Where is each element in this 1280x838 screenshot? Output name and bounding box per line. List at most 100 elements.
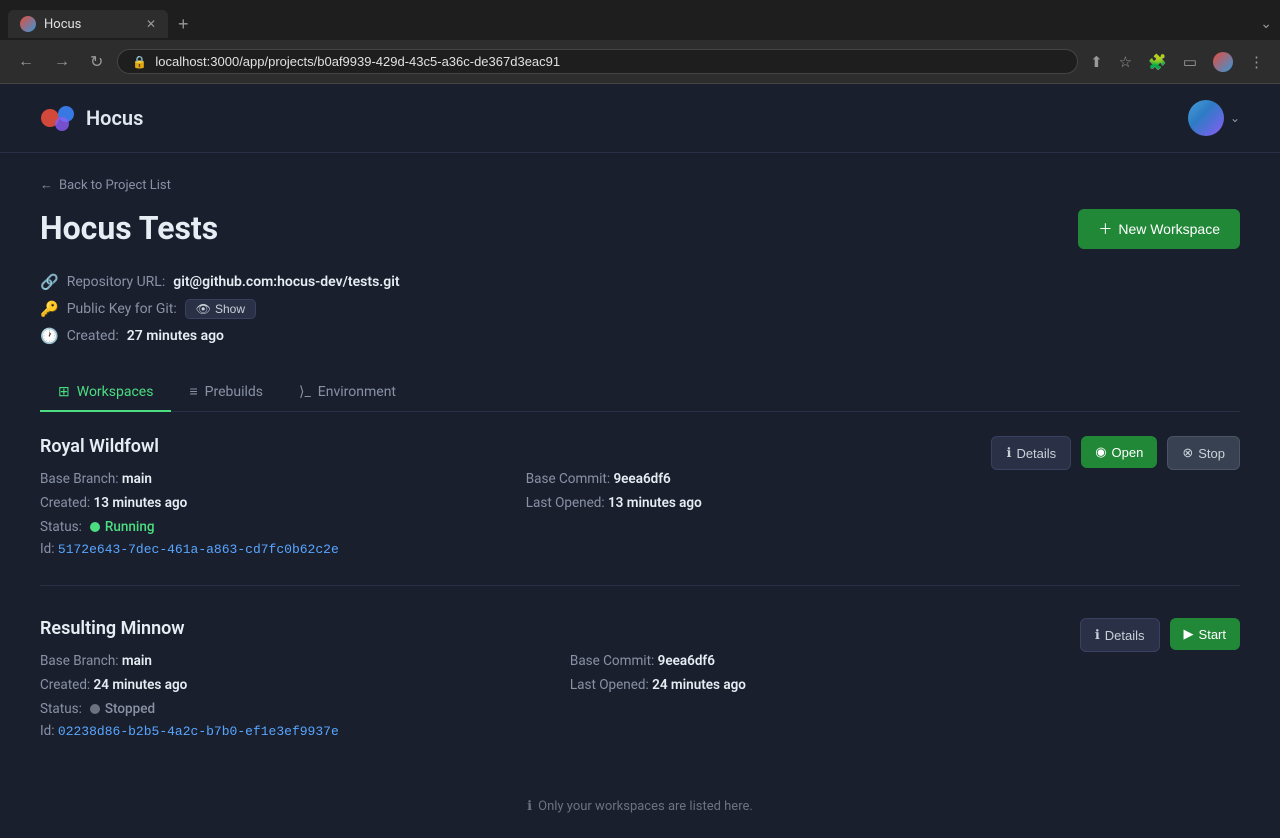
workspace-info: Royal Wildfowl Base Branch: main Base Co… — [40, 436, 991, 557]
last-opened-field: Last Opened: 24 minutes ago — [570, 677, 1080, 693]
back-to-project-list-link[interactable]: ← Back to Project List — [40, 177, 1240, 193]
browser-toolbar: ← → ↻ 🔒 ⬆ ☆ 🧩 ▭ ⋮ — [0, 40, 1280, 84]
forward-button[interactable]: → — [48, 49, 76, 75]
tab-workspaces[interactable]: ⊞ Workspaces — [40, 373, 171, 412]
workspace-details-grid: Base Branch: main Base Commit: 9eea6df6 … — [40, 471, 991, 511]
start-icon: ▶ — [1184, 626, 1194, 642]
page-title: Hocus Tests — [40, 209, 218, 247]
start-button-resulting-minnow[interactable]: ▶ Start — [1170, 618, 1240, 650]
app-content: Hocus ⌄ ← Back to Project List Hocus Tes… — [0, 84, 1280, 838]
id-field: Id: 5172e643-7dec-461a-a863-cd7fc0b62c2e — [40, 541, 991, 557]
new-workspace-button[interactable]: ＋ New Workspace — [1078, 209, 1240, 249]
status-running-badge: Running — [90, 519, 155, 535]
main-content: ← Back to Project List Hocus Tests ＋ New… — [0, 153, 1280, 838]
tab-bar: Hocus ✕ + ⌄ — [0, 0, 1280, 40]
pubkey-row: 🔑 Public Key for Git: 👁 Show — [40, 299, 1240, 319]
base-commit-value: 9eea6df6 — [613, 471, 670, 487]
workspace-item-resulting-minnow: Resulting Minnow Base Branch: main Base … — [40, 618, 1240, 767]
footer-note: ℹ Only your workspaces are listed here. — [40, 799, 1240, 814]
menu-icon[interactable]: ⋮ — [1245, 49, 1268, 75]
workspace-actions: ℹ Details ▶ Start — [1080, 618, 1240, 652]
base-commit-value: 9eea6df6 — [658, 653, 715, 669]
workspace-info: Resulting Minnow Base Branch: main Base … — [40, 618, 1080, 739]
share-icon[interactable]: ⬆ — [1086, 49, 1107, 75]
status-dot-green-icon — [90, 522, 100, 532]
back-button[interactable]: ← — [12, 49, 40, 75]
base-commit-field: Base Commit: 9eea6df6 — [570, 653, 1080, 669]
bookmark-icon[interactable]: ☆ — [1115, 49, 1136, 75]
details-button-resulting-minnow[interactable]: ℹ Details — [1080, 618, 1160, 652]
tabs-bar: ⊞ Workspaces ≡ Prebuilds ⟩_ Environment — [40, 373, 1240, 412]
prebuilds-tab-icon: ≡ — [189, 383, 197, 400]
active-tab[interactable]: Hocus ✕ — [8, 10, 168, 38]
info-circle-icon: ℹ — [527, 799, 532, 814]
new-workspace-label: New Workspace — [1118, 221, 1220, 237]
details-button-royal-wildfowl[interactable]: ℹ Details — [991, 436, 1071, 470]
tab-favicon — [20, 16, 36, 32]
pubkey-label: Public Key for Git: — [67, 301, 177, 317]
tab-list-chevron[interactable]: ⌄ — [1260, 16, 1272, 32]
status-row: Status: Stopped — [40, 701, 1080, 717]
environment-tab-icon: ⟩_ — [299, 384, 311, 400]
info-icon: ℹ — [1095, 627, 1100, 643]
workspace-name: Royal Wildfowl — [40, 436, 991, 457]
app-logo-text: Hocus — [86, 106, 143, 130]
footer-note-text: Only your workspaces are listed here. — [538, 799, 753, 814]
new-tab-button[interactable]: + — [172, 14, 195, 35]
status-row: Status: Running — [40, 519, 991, 535]
user-avatar-button[interactable]: ⌄ — [1188, 100, 1240, 136]
created-row: 🕐 Created: 27 minutes ago — [40, 327, 1240, 345]
prebuilds-tab-label: Prebuilds — [205, 384, 263, 400]
open-icon: ◉ — [1095, 444, 1106, 460]
back-arrow-icon: ← — [40, 177, 53, 193]
info-icon: ℹ — [1006, 445, 1011, 461]
workspace-item-royal-wildfowl: Royal Wildfowl Base Branch: main Base Co… — [40, 436, 1240, 586]
workspace-row: Royal Wildfowl Base Branch: main Base Co… — [40, 436, 1240, 557]
status-label: Status: — [40, 701, 82, 717]
base-commit-field: Base Commit: 9eea6df6 — [526, 471, 992, 487]
profile-icon[interactable] — [1209, 48, 1237, 76]
start-label: Start — [1199, 627, 1226, 642]
repo-value: git@github.com:hocus-dev/tests.git — [173, 274, 399, 290]
eye-icon: 👁 — [196, 302, 211, 316]
workspace-details-grid: Base Branch: main Base Commit: 9eea6df6 … — [40, 653, 1080, 693]
toolbar-actions: ⬆ ☆ 🧩 ▭ ⋮ — [1086, 48, 1268, 76]
workspace-id: 02238d86-b2b5-4a2c-b7b0-ef1e3ef9937e — [58, 724, 339, 739]
tab-close-button[interactable]: ✕ — [146, 17, 156, 31]
details-label: Details — [1105, 628, 1145, 643]
link-icon: 🔗 — [40, 273, 59, 291]
clock-icon: 🕐 — [40, 327, 59, 345]
status-stopped-badge: Stopped — [90, 701, 155, 717]
extensions-icon[interactable]: 🧩 — [1144, 49, 1171, 75]
id-field: Id: 02238d86-b2b5-4a2c-b7b0-ef1e3ef9937e — [40, 723, 1080, 739]
reload-button[interactable]: ↻ — [84, 48, 109, 76]
environment-tab-label: Environment — [318, 384, 396, 400]
tab-environment[interactable]: ⟩_ Environment — [281, 373, 414, 412]
created-value: 27 minutes ago — [127, 328, 224, 344]
workspace-name: Resulting Minnow — [40, 618, 1080, 639]
open-button-royal-wildfowl[interactable]: ◉ Open — [1081, 436, 1157, 468]
tab-title: Hocus — [44, 17, 81, 32]
repo-url-row: 🔗 Repository URL: git@github.com:hocus-d… — [40, 273, 1240, 291]
workspace-row: Resulting Minnow Base Branch: main Base … — [40, 618, 1240, 739]
ws-last-opened-value: 24 minutes ago — [652, 677, 746, 693]
workspace-actions: ℹ Details ◉ Open ⊗ Stop — [991, 436, 1240, 470]
url-input[interactable] — [155, 54, 1063, 69]
ws-created-value: 24 minutes ago — [94, 677, 188, 693]
last-opened-field: Last Opened: 13 minutes ago — [526, 495, 992, 511]
sidebar-icon[interactable]: ▭ — [1179, 49, 1201, 75]
show-pubkey-button[interactable]: 👁 Show — [185, 299, 256, 319]
details-label: Details — [1016, 446, 1056, 461]
address-bar[interactable]: 🔒 — [117, 49, 1078, 74]
ws-created-value: 13 minutes ago — [94, 495, 188, 511]
avatar-chevron-icon: ⌄ — [1230, 111, 1240, 125]
repo-label: Repository URL: — [67, 274, 166, 290]
avatar — [1188, 100, 1224, 136]
stop-button-royal-wildfowl[interactable]: ⊗ Stop — [1167, 436, 1240, 470]
tab-prebuilds[interactable]: ≡ Prebuilds — [171, 373, 281, 412]
open-label: Open — [1112, 445, 1144, 460]
back-link-label: Back to Project List — [59, 178, 171, 193]
security-icon: 🔒 — [132, 55, 147, 69]
created-field: Created: 24 minutes ago — [40, 677, 550, 693]
status-label: Status: — [40, 519, 82, 535]
